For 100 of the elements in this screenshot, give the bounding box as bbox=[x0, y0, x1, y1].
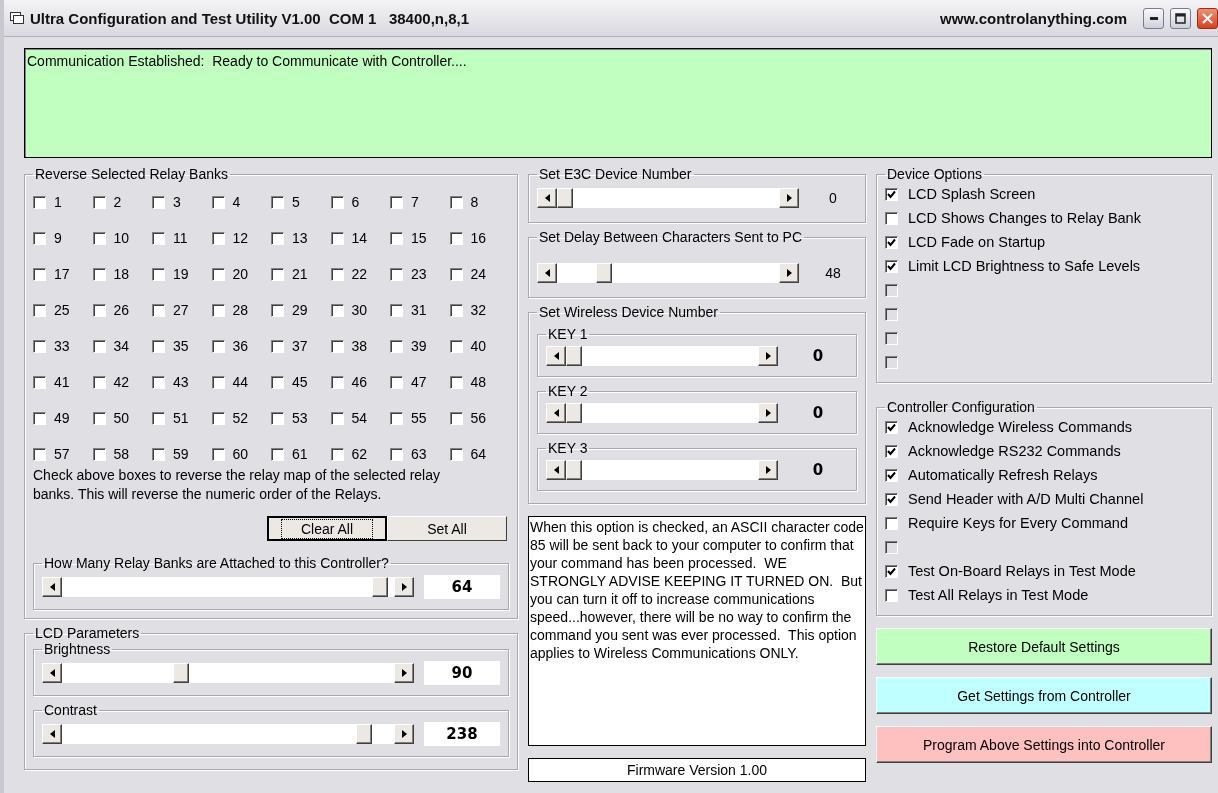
checkbox[interactable] bbox=[92, 375, 106, 389]
checkbox[interactable] bbox=[449, 195, 463, 209]
checkbox[interactable] bbox=[211, 195, 225, 209]
website-link[interactable]: www.controlanything.com bbox=[940, 9, 1127, 27]
checkbox[interactable] bbox=[390, 231, 403, 245]
checkbox[interactable] bbox=[33, 267, 46, 281]
checkbox[interactable] bbox=[885, 211, 898, 225]
checkbox[interactable] bbox=[211, 339, 225, 353]
scroll-left-button[interactable] bbox=[42, 577, 62, 597]
action-button[interactable]: Get Settings from Controller bbox=[876, 677, 1212, 714]
checkbox[interactable] bbox=[885, 235, 898, 249]
checkbox[interactable] bbox=[92, 447, 106, 461]
checkbox[interactable] bbox=[885, 516, 898, 530]
checkbox[interactable] bbox=[449, 303, 463, 317]
action-button[interactable]: Program Above Settings into Controller bbox=[876, 726, 1212, 763]
checkbox[interactable] bbox=[152, 447, 165, 461]
scroll-left-button[interactable] bbox=[546, 403, 566, 423]
checkbox[interactable] bbox=[271, 339, 284, 353]
checkbox[interactable] bbox=[33, 411, 46, 425]
checkbox[interactable] bbox=[330, 339, 344, 353]
scroll-left-button[interactable] bbox=[42, 724, 62, 744]
checkbox[interactable] bbox=[330, 411, 344, 425]
scroll-right-button[interactable] bbox=[779, 188, 799, 208]
scrollbar-thumb[interactable] bbox=[355, 724, 372, 744]
checkbox[interactable] bbox=[271, 375, 284, 389]
maximize-button[interactable] bbox=[1170, 7, 1191, 29]
action-button[interactable]: Restore Default Settings bbox=[876, 628, 1212, 665]
scroll-right-button[interactable] bbox=[394, 663, 414, 683]
checkbox[interactable] bbox=[330, 375, 344, 389]
scrollbar-thumb[interactable] bbox=[557, 188, 573, 208]
checkbox[interactable] bbox=[390, 195, 403, 209]
push-button[interactable]: Set All bbox=[387, 516, 507, 541]
checkbox[interactable] bbox=[330, 267, 344, 281]
checkbox[interactable] bbox=[449, 339, 463, 353]
scroll-left-button[interactable] bbox=[537, 263, 557, 283]
push-button[interactable]: Clear All bbox=[267, 516, 387, 541]
scroll-left-button[interactable] bbox=[546, 460, 566, 480]
checkbox[interactable] bbox=[390, 339, 403, 353]
scroll-right-button[interactable] bbox=[758, 346, 778, 366]
scroll-left-button[interactable] bbox=[546, 346, 566, 366]
checkbox[interactable] bbox=[211, 267, 225, 281]
checkbox[interactable] bbox=[271, 231, 284, 245]
scroll-left-button[interactable] bbox=[42, 663, 62, 683]
scrollbar-thumb[interactable] bbox=[566, 403, 582, 423]
checkbox[interactable] bbox=[390, 411, 403, 425]
checkbox[interactable] bbox=[271, 411, 284, 425]
scroll-right-button[interactable] bbox=[394, 724, 414, 744]
checkbox[interactable] bbox=[330, 231, 344, 245]
checkbox[interactable] bbox=[92, 267, 106, 281]
checkbox[interactable] bbox=[92, 411, 106, 425]
checkbox[interactable] bbox=[152, 267, 165, 281]
scroll-right-button[interactable] bbox=[394, 577, 414, 597]
checkbox[interactable] bbox=[330, 303, 344, 317]
checkbox[interactable] bbox=[271, 447, 284, 461]
checkbox[interactable] bbox=[152, 375, 165, 389]
checkbox[interactable] bbox=[330, 447, 344, 461]
checkbox[interactable] bbox=[92, 339, 106, 353]
scrollbar-thumb[interactable] bbox=[371, 577, 388, 597]
checkbox[interactable] bbox=[211, 303, 225, 317]
scrollbar-thumb[interactable] bbox=[172, 663, 189, 683]
checkbox[interactable] bbox=[885, 492, 898, 506]
checkbox[interactable] bbox=[33, 375, 46, 389]
scroll-right-button[interactable] bbox=[758, 460, 778, 480]
checkbox[interactable] bbox=[211, 375, 225, 389]
checkbox[interactable] bbox=[33, 303, 46, 317]
checkbox[interactable] bbox=[92, 231, 106, 245]
checkbox[interactable] bbox=[33, 447, 46, 461]
checkbox[interactable] bbox=[449, 231, 463, 245]
checkbox[interactable] bbox=[211, 411, 225, 425]
checkbox[interactable] bbox=[449, 375, 463, 389]
checkbox[interactable] bbox=[885, 468, 898, 482]
checkbox[interactable] bbox=[885, 420, 898, 434]
checkbox[interactable] bbox=[152, 231, 165, 245]
scroll-right-button[interactable] bbox=[779, 263, 799, 283]
checkbox[interactable] bbox=[449, 411, 463, 425]
minimize-button[interactable] bbox=[1143, 7, 1164, 29]
checkbox[interactable] bbox=[152, 339, 165, 353]
scrollbar-thumb[interactable] bbox=[566, 460, 582, 480]
checkbox[interactable] bbox=[152, 195, 165, 209]
checkbox[interactable] bbox=[92, 303, 106, 317]
checkbox[interactable] bbox=[211, 231, 225, 245]
checkbox[interactable] bbox=[885, 259, 898, 273]
checkbox[interactable] bbox=[271, 267, 284, 281]
checkbox[interactable] bbox=[330, 195, 344, 209]
checkbox[interactable] bbox=[271, 303, 284, 317]
checkbox[interactable] bbox=[449, 447, 463, 461]
checkbox[interactable] bbox=[33, 195, 46, 209]
checkbox[interactable] bbox=[390, 375, 403, 389]
checkbox[interactable] bbox=[152, 303, 165, 317]
checkbox[interactable] bbox=[211, 447, 225, 461]
checkbox[interactable] bbox=[33, 339, 46, 353]
checkbox[interactable] bbox=[390, 447, 403, 461]
scrollbar-thumb[interactable] bbox=[566, 346, 582, 366]
close-button[interactable] bbox=[1197, 7, 1218, 29]
scroll-left-button[interactable] bbox=[537, 188, 557, 208]
checkbox[interactable] bbox=[390, 303, 403, 317]
checkbox[interactable] bbox=[885, 444, 898, 458]
checkbox[interactable] bbox=[885, 187, 898, 201]
checkbox[interactable] bbox=[885, 564, 898, 578]
checkbox[interactable] bbox=[271, 195, 284, 209]
